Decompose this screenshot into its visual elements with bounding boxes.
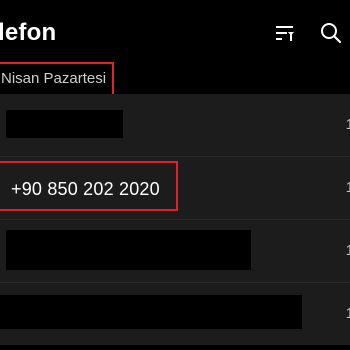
call-log-row[interactable]: 1: [0, 94, 350, 156]
call-time: 1: [345, 116, 350, 133]
app-header: lefon: [0, 0, 350, 64]
call-time: 1: [345, 242, 350, 259]
redacted-contact: [6, 110, 123, 138]
call-time: 1: [345, 179, 350, 196]
section-date-label: Nisan Pazartesi: [0, 62, 115, 96]
sort-filter-icon[interactable]: [272, 20, 298, 46]
redacted-contact: [6, 230, 251, 270]
phone-number[interactable]: +90 850 202 2020: [11, 178, 160, 200]
redacted-contact: [0, 295, 302, 329]
search-icon[interactable]: [318, 20, 344, 46]
call-time: 1: [345, 305, 350, 322]
call-log-row[interactable]: 1: [0, 283, 350, 345]
call-log-row[interactable]: 1: [0, 220, 350, 282]
app-title: lefon: [0, 19, 57, 46]
